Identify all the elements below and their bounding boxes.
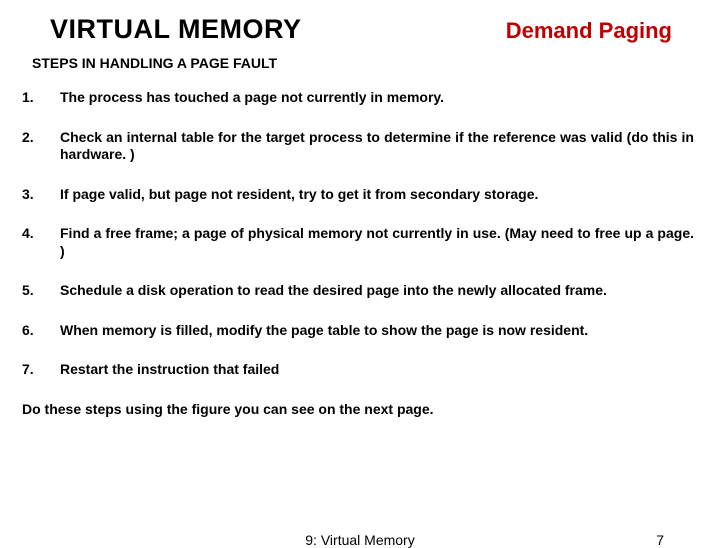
step-text: The process has touched a page not curre… xyxy=(60,89,698,107)
list-item: 4. Find a free frame; a page of physical… xyxy=(22,225,698,260)
step-text: Check an internal table for the target p… xyxy=(60,129,698,164)
slide-subtitle: Demand Paging xyxy=(506,14,698,44)
step-number: 6. xyxy=(22,322,60,340)
list-item: 6. When memory is filled, modify the pag… xyxy=(22,322,698,340)
list-item: 7. Restart the instruction that failed xyxy=(22,361,698,379)
section-heading: STEPS IN HANDLING A PAGE FAULT xyxy=(22,55,698,71)
step-number: 5. xyxy=(22,282,60,300)
slide-title: VIRTUAL MEMORY xyxy=(22,14,302,45)
steps-list: 1. The process has touched a page not cu… xyxy=(22,89,698,379)
step-number: 4. xyxy=(22,225,60,260)
step-text: Restart the instruction that failed xyxy=(60,361,698,379)
list-item: 2. Check an internal table for the targe… xyxy=(22,129,698,164)
footer-page-number: 7 xyxy=(656,532,664,548)
step-text: When memory is filled, modify the page t… xyxy=(60,322,698,340)
list-item: 3. If page valid, but page not resident,… xyxy=(22,186,698,204)
step-text: If page valid, but page not resident, tr… xyxy=(60,186,698,204)
step-number: 7. xyxy=(22,361,60,379)
slide-header: VIRTUAL MEMORY Demand Paging xyxy=(22,14,698,45)
footer-chapter: 9: Virtual Memory xyxy=(305,532,414,548)
list-item: 5. Schedule a disk operation to read the… xyxy=(22,282,698,300)
step-text: Schedule a disk operation to read the de… xyxy=(60,282,698,300)
list-item: 1. The process has touched a page not cu… xyxy=(22,89,698,107)
step-number: 1. xyxy=(22,89,60,107)
step-number: 3. xyxy=(22,186,60,204)
step-number: 2. xyxy=(22,129,60,164)
closing-note: Do these steps using the figure you can … xyxy=(22,401,698,417)
step-text: Find a free frame; a page of physical me… xyxy=(60,225,698,260)
